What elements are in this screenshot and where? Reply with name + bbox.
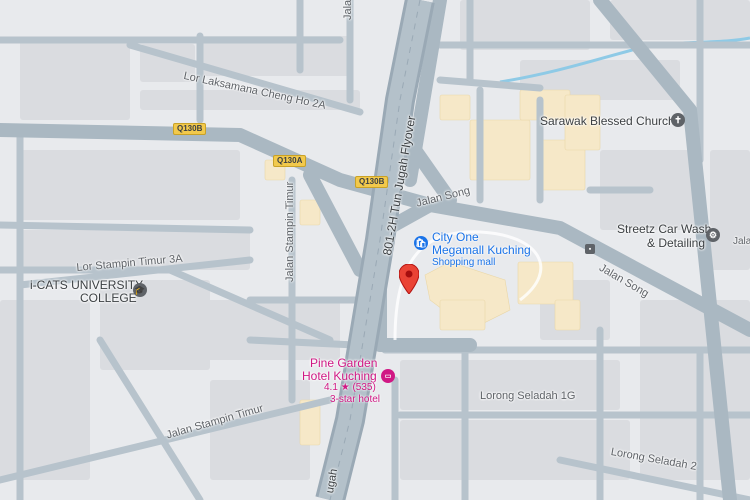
bus-stop-icon[interactable]: ▪ — [585, 244, 595, 254]
street-label-jalan-jelu: Jalan Jelu — [342, 0, 354, 20]
location-pin-icon[interactable] — [399, 264, 419, 294]
poi-bus-stop-label[interactable]: Jala — [733, 236, 750, 247]
bed-icon[interactable]: ▭ — [381, 369, 395, 383]
car-wash-icon[interactable]: ⚙ — [706, 228, 720, 242]
poi-mall-name-line2[interactable]: Megamall Kuching — [432, 243, 531, 257]
church-icon[interactable]: ✝ — [671, 113, 685, 127]
route-shield-q130b: Q130B — [355, 176, 389, 188]
hotel-rating-value: 4.1 — [324, 382, 338, 393]
route-shield-q130b: Q130B — [173, 123, 207, 135]
map-view[interactable]: Jalan Jelu Lor Laksamana Cheng Ho 2A 801… — [0, 0, 750, 500]
poi-hotel-name-line1[interactable]: Pine Garden — [310, 356, 377, 370]
street-label-jalan-stampin-timur-1: Jalan Stampin Timur — [284, 181, 296, 282]
street-label-lorong-seladah-1g: Lorong Seladah 1G — [480, 390, 576, 402]
poi-mall-category: Shopping mall — [432, 257, 496, 268]
poi-mall-name-line1[interactable]: City One — [432, 230, 479, 244]
poi-car-wash-line1[interactable]: Streetz Car Wash — [617, 222, 711, 236]
poi-university-line1[interactable]: i-CATS UNIVERSITY — [30, 278, 143, 292]
route-shield-q130a: Q130A — [273, 155, 307, 167]
poi-hotel-rating: 4.1 ★ (535) — [324, 382, 376, 393]
graduation-cap-icon[interactable]: 🎓 — [133, 283, 147, 297]
poi-hotel-class: 3-star hotel — [330, 394, 381, 405]
poi-university-line2[interactable]: COLLEGE — [80, 291, 137, 305]
map-base — [0, 0, 750, 500]
shopping-bag-icon[interactable]: 🛍 — [414, 236, 428, 250]
poi-hotel-name-line2[interactable]: Hotel Kuching — [302, 369, 377, 383]
hotel-review-count: (535) — [352, 382, 376, 393]
poi-car-wash-line2[interactable]: & Detailing — [647, 236, 705, 250]
star-icon: ★ — [340, 382, 350, 393]
poi-church-name[interactable]: Sarawak Blessed Church — [540, 114, 675, 128]
